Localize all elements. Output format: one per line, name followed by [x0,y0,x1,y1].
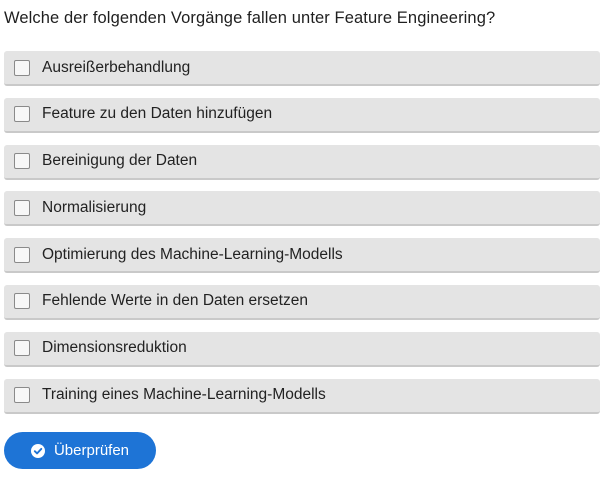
checkbox[interactable] [14,246,30,263]
option-label: Training eines Machine-Learning-Modells [42,386,326,404]
option-dimensionality-reduction[interactable]: Dimensionsreduktion [4,331,600,367]
checkbox[interactable] [14,387,30,404]
option-add-features[interactable]: Feature zu den Daten hinzufügen [4,97,600,133]
check-answer-label: Überprüfen [53,442,130,459]
option-label: Ausreißerbehandlung [42,58,191,76]
option-label: Optimierung des Machine-Learning-Modells [42,245,343,263]
question-text: Welche der folgenden Vorgänge fallen unt… [4,9,496,27]
option-label: Dimensionsreduktion [42,339,187,357]
checkbox[interactable] [14,153,30,170]
checkbox[interactable] [14,59,30,76]
checkbox[interactable] [14,293,30,310]
option-normalization[interactable]: Normalisierung [4,191,600,227]
option-model-optimization[interactable]: Optimierung des Machine-Learning-Modells [4,238,600,274]
check-answer-button[interactable]: Überprüfen [4,432,156,469]
option-label: Feature zu den Daten hinzufügen [42,105,273,123]
checkbox[interactable] [14,106,30,123]
check-circle-icon [30,443,45,458]
checkbox[interactable] [14,340,30,357]
option-label: Normalisierung [42,198,147,216]
option-label: Fehlende Werte in den Daten ersetzen [42,292,308,310]
option-model-training[interactable]: Training eines Machine-Learning-Modells [4,378,600,414]
option-outlier-handling[interactable]: Ausreißerbehandlung [4,51,600,86]
option-data-cleaning[interactable]: Bereinigung der Daten [4,144,600,180]
option-label: Bereinigung der Daten [42,152,198,170]
answer-options: Ausreißerbehandlung Feature zu den Daten… [4,51,600,425]
checkbox[interactable] [14,199,30,216]
option-replace-missing-values[interactable]: Fehlende Werte in den Daten ersetzen [4,284,600,320]
